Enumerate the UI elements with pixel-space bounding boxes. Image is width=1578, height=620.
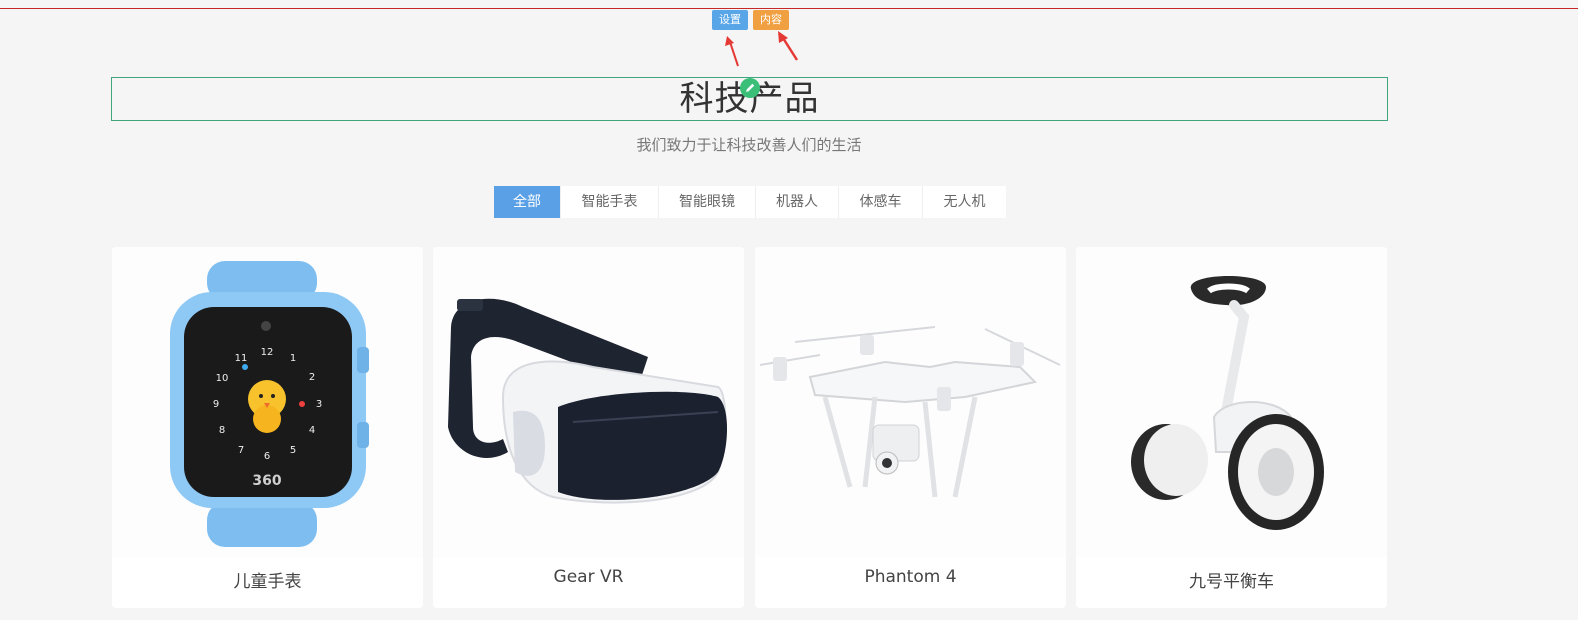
svg-text:1: 1 [290, 353, 296, 364]
svg-text:10: 10 [216, 373, 229, 384]
top-divider-line [0, 8, 1578, 9]
balance-scooter-icon [1131, 275, 1324, 530]
arrow-to-settings-icon [725, 36, 739, 67]
arrow-to-content-icon [778, 31, 799, 61]
svg-text:6: 6 [264, 451, 270, 462]
product-name[interactable]: 儿童手表 [112, 567, 423, 592]
product-image[interactable]: 12 1 2 3 4 5 6 7 8 9 10 11 360 [112, 247, 423, 557]
content-button[interactable]: 内容 [753, 10, 789, 30]
category-filter-tabs: 全部 智能手表 智能眼镜 机器人 体感车 无人机 [494, 186, 1006, 218]
tab-smart-glasses[interactable]: 智能眼镜 [659, 186, 756, 218]
product-card[interactable]: Gear VR [433, 247, 744, 608]
product-name[interactable]: 九号平衡车 [1076, 567, 1387, 592]
svg-text:3: 3 [316, 399, 322, 410]
svg-text:360: 360 [252, 473, 281, 489]
vr-headset-icon [448, 298, 728, 504]
pencil-edit-icon[interactable] [740, 78, 760, 98]
svg-text:8: 8 [219, 425, 225, 436]
product-name[interactable]: Gear VR [433, 567, 744, 587]
svg-text:12: 12 [261, 347, 274, 358]
product-image[interactable] [433, 247, 744, 557]
svg-text:9: 9 [213, 399, 219, 410]
tab-robot[interactable]: 机器人 [756, 186, 839, 218]
settings-button[interactable]: 设置 [712, 10, 748, 30]
svg-text:5: 5 [290, 445, 296, 456]
product-card[interactable]: 九号平衡车 [1076, 247, 1387, 608]
tab-balance-car[interactable]: 体感车 [839, 186, 923, 218]
annotation-arrows [725, 31, 799, 67]
product-name[interactable]: Phantom 4 [755, 567, 1066, 587]
drone-icon [759, 326, 1061, 498]
tab-drone[interactable]: 无人机 [923, 186, 1006, 218]
product-image[interactable] [755, 247, 1066, 557]
tab-smartwatch[interactable]: 智能手表 [561, 186, 659, 218]
kids-smartwatch-icon: 12 1 2 3 4 5 6 7 8 9 10 11 360 [170, 261, 369, 547]
product-card[interactable]: Phantom 4 [755, 247, 1066, 608]
svg-text:4: 4 [309, 425, 315, 436]
svg-text:11: 11 [235, 353, 248, 364]
product-image[interactable] [1076, 247, 1387, 557]
section-subtitle: 我们致力于让科技改善人们的生活 [636, 136, 862, 154]
svg-text:7: 7 [238, 445, 244, 456]
tab-all[interactable]: 全部 [494, 186, 561, 218]
product-card[interactable]: 12 1 2 3 4 5 6 7 8 9 10 11 360 儿童手表 [112, 247, 423, 608]
svg-text:2: 2 [309, 372, 315, 383]
